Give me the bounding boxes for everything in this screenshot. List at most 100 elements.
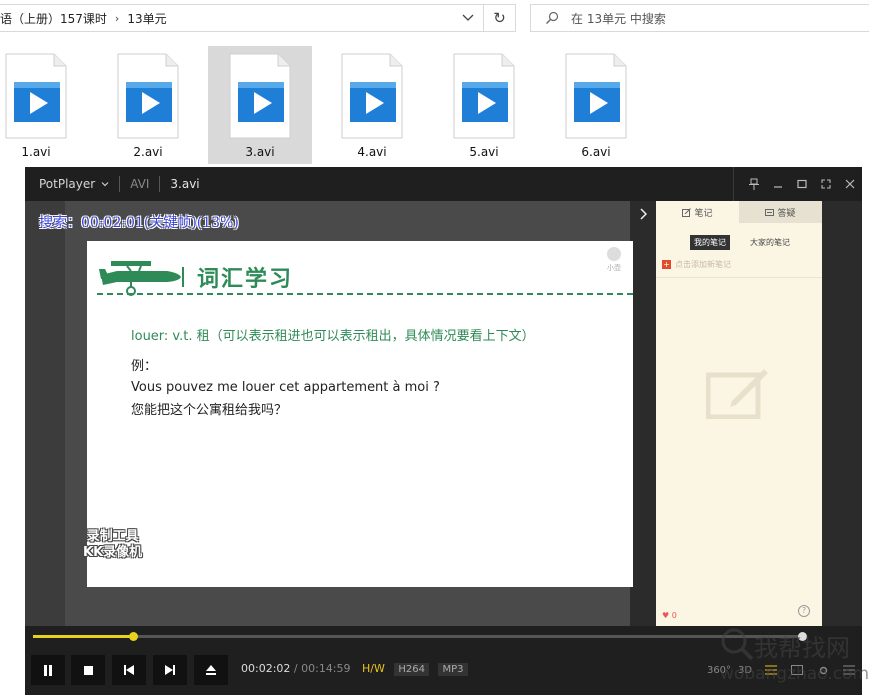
site-watermark: 我帮找网 wobangzhao.com	[712, 626, 869, 695]
tab-notes-label: 笔记	[694, 208, 713, 219]
vocab-definition: louer: v.t. 租（可以表示租进也可以表示租出，具体情况要看上下文）	[131, 329, 535, 344]
badge-text: 小壶	[607, 264, 621, 272]
file-item-3[interactable]: 3.avi	[208, 46, 312, 164]
breadcrumb-parent[interactable]: 语（上册）157课时	[0, 10, 107, 27]
magnifier-logo-icon	[721, 628, 754, 661]
app-menu-button[interactable]: PotPlayer	[25, 177, 109, 191]
pin-icon[interactable]	[742, 167, 766, 201]
potplayer-window: PotPlayer AVI 3.avi 搜索：00:02:01(关键帧)(13%…	[25, 167, 862, 695]
current-time: 00:02:02	[241, 662, 291, 675]
title-divider	[159, 176, 161, 192]
player-titlebar[interactable]: PotPlayer AVI 3.avi	[25, 167, 862, 201]
hw-decode-toggle[interactable]: H/W	[362, 662, 385, 675]
minimize-icon[interactable]	[766, 167, 790, 201]
video-file-icon	[341, 53, 403, 139]
refresh-icon[interactable]: ↻	[483, 5, 515, 31]
audio-codec-badge: MP3	[438, 663, 468, 676]
video-file-icon	[453, 53, 515, 139]
add-note-button[interactable]: + 点击添加新笔记	[662, 259, 731, 270]
title-divider	[119, 176, 121, 192]
pause-icon	[44, 664, 52, 676]
notes-panel: 笔记 答疑 我的笔记 大家的笔记 + 点击添加新笔记 ♥ 0 ?	[656, 201, 822, 626]
next-button[interactable]	[153, 655, 187, 685]
lesson-slide: 词汇学习 小壶 louer: v.t. 租（可以表示租进也可以表示租出，具体情况…	[83, 241, 633, 587]
file-item-2[interactable]: 2.avi	[96, 46, 200, 164]
title-divider	[733, 167, 734, 201]
pause-button[interactable]	[31, 655, 65, 685]
window-file-title: 3.avi	[170, 177, 200, 191]
video-file-icon	[565, 53, 627, 139]
file-name: 6.avi	[581, 145, 611, 159]
badge-logo-icon	[607, 247, 621, 261]
likes-value: 0	[671, 611, 677, 620]
file-item-1[interactable]: 1.avi	[0, 46, 88, 164]
video-file-icon	[229, 53, 291, 139]
file-item-6[interactable]: 6.avi	[544, 46, 648, 164]
breadcrumb-current[interactable]: 13单元	[127, 10, 166, 27]
tab-qa-label: 答疑	[777, 208, 796, 219]
app-name: PotPlayer	[39, 177, 96, 191]
address-dropdown-chevron-icon[interactable]	[455, 5, 481, 31]
watermark-line1: 录制工具	[86, 529, 139, 544]
address-bar[interactable]: 语（上册）157课时 › 13单元 ↻	[0, 4, 516, 32]
video-area[interactable]: 搜索：00:02:01(关键帧)(13%) 词汇学习 小壶 louer: v.t…	[25, 201, 633, 626]
fullscreen-icon[interactable]	[814, 167, 838, 201]
empty-notes-icon	[706, 369, 768, 419]
seek-bar-fill	[33, 635, 134, 638]
edit-icon	[682, 207, 692, 217]
file-list: 1.avi 2.avi 3.avi 4.avi 5.avi 6.avi	[0, 46, 869, 166]
screen: 语（上册）157课时 › 13单元 ↻ 在 13单元 中搜索 1.avi 2.a…	[0, 0, 869, 695]
likes-count[interactable]: ♥ 0	[662, 611, 677, 620]
my-notes-button[interactable]: 我的笔记	[690, 235, 730, 250]
all-notes-button[interactable]: 大家的笔记	[746, 235, 794, 250]
file-item-4[interactable]: 4.avi	[320, 46, 424, 164]
close-icon[interactable]	[838, 167, 862, 201]
seek-handle[interactable]	[129, 632, 139, 641]
example-chinese: 您能把这个公寓租给我吗？	[131, 403, 288, 418]
player-right-strip	[822, 201, 862, 626]
search-icon	[546, 11, 559, 24]
file-name: 1.avi	[21, 145, 51, 159]
eject-button[interactable]	[194, 655, 228, 685]
time-display: 00:02:02 / 00:14:59 H/W H264 MP3	[241, 662, 468, 676]
stop-button[interactable]	[71, 655, 105, 685]
tab-qa[interactable]: 答疑	[739, 201, 822, 223]
skip-next-icon	[165, 665, 175, 675]
slide-badge: 小壶	[605, 247, 623, 272]
chevron-down-icon	[101, 182, 109, 187]
explorer-address-area: 语（上册）157课时 › 13单元 ↻ 在 13单元 中搜索	[0, 0, 869, 36]
maximize-icon[interactable]	[790, 167, 814, 201]
breadcrumb-chevron-icon[interactable]: ›	[115, 12, 119, 25]
stop-icon	[83, 665, 93, 675]
video-codec-badge: H264	[394, 663, 429, 676]
watermark-en: wobangzhao.com	[720, 664, 869, 684]
panel-collapse-button[interactable]	[630, 201, 656, 227]
file-format: AVI	[130, 177, 150, 191]
help-icon[interactable]: ?	[798, 605, 810, 617]
file-name: 5.avi	[469, 145, 499, 159]
file-name: 4.avi	[357, 145, 387, 159]
file-name: 3.avi	[245, 145, 275, 159]
airplane-icon	[99, 261, 184, 296]
chevron-right-icon	[640, 208, 647, 220]
plus-icon: +	[662, 260, 671, 269]
qa-icon	[765, 208, 775, 216]
video-file-icon	[5, 53, 67, 139]
total-time: 00:14:59	[301, 662, 351, 675]
file-item-5[interactable]: 5.avi	[432, 46, 536, 164]
previous-button[interactable]	[112, 655, 146, 685]
notes-tabs: 笔记 答疑	[656, 201, 822, 223]
slide-divider	[97, 293, 633, 295]
skip-previous-icon	[124, 665, 134, 675]
window-controls	[733, 167, 862, 201]
seek-osd-text: 搜索：00:02:01(关键帧)(13%)	[39, 215, 239, 231]
recorder-watermark: 录制工具 KK录像机	[83, 529, 142, 561]
seek-bar[interactable]	[33, 632, 807, 641]
tab-notes[interactable]: 笔记	[656, 201, 739, 223]
file-name: 2.avi	[133, 145, 163, 159]
search-input[interactable]: 在 13单元 中搜索	[530, 4, 869, 32]
watermark-cn: 我帮找网	[754, 634, 850, 662]
search-placeholder: 在 13单元 中搜索	[571, 11, 666, 26]
video-file-icon	[117, 53, 179, 139]
example-label: 例：	[131, 359, 158, 374]
